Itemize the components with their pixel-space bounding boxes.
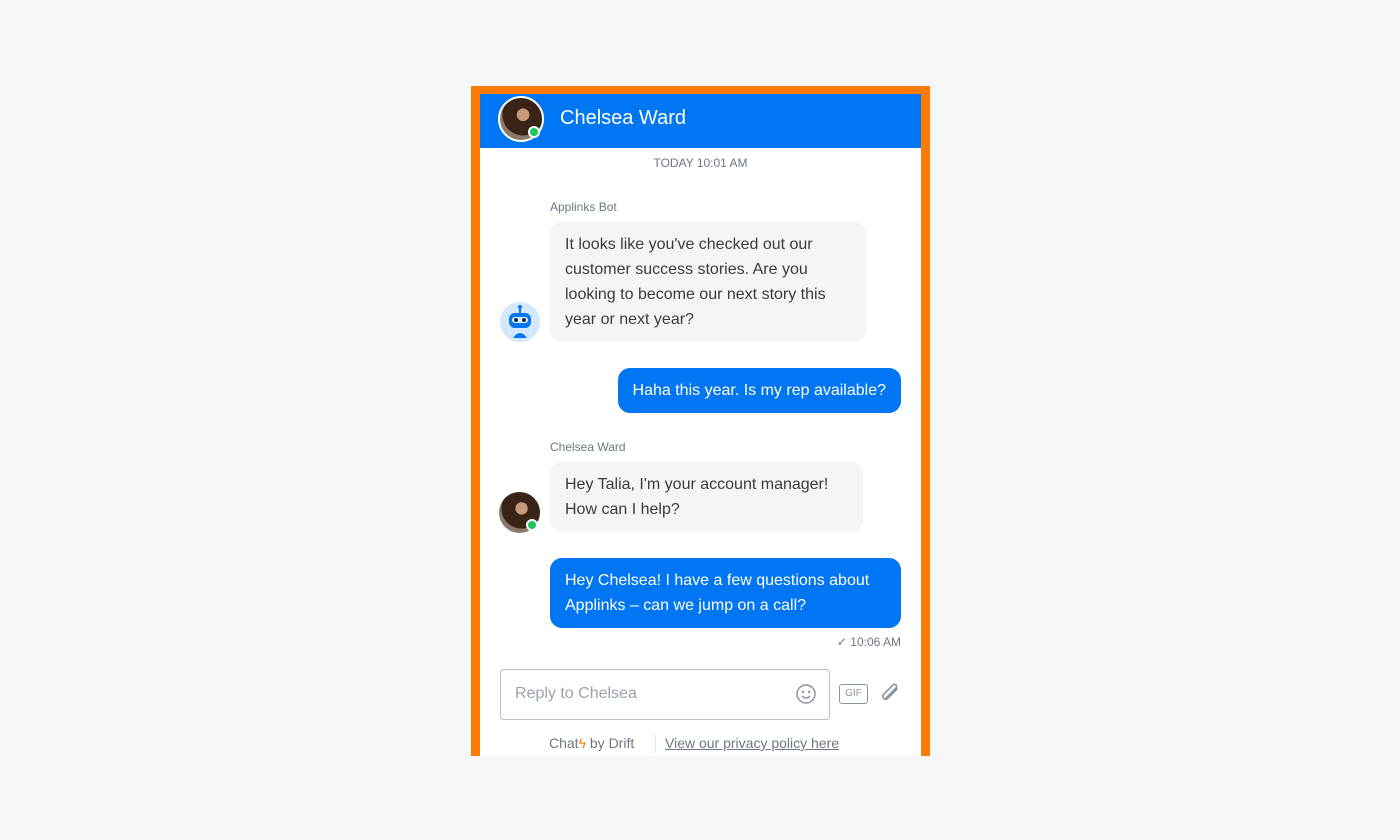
message-bubble: Hey Chelsea! I have a few questions abou… xyxy=(550,558,901,628)
sender-name: Applinks Bot xyxy=(550,200,617,214)
message-bubble: Hey Talia, I'm your account manager! How… xyxy=(550,462,863,532)
chat-header: Chelsea Ward xyxy=(480,94,921,148)
emoji-icon[interactable] xyxy=(795,683,817,705)
reply-input[interactable]: Reply to Chelsea xyxy=(500,669,830,720)
gif-button[interactable]: GIF xyxy=(839,684,868,704)
robot-icon xyxy=(500,302,540,342)
chat-widget: Chelsea Ward TODAY 10:01 AM Applinks Bot… xyxy=(480,94,921,756)
conversation-timestamp: TODAY 10:01 AM xyxy=(653,156,748,170)
lightning-icon: ϟ xyxy=(578,735,586,751)
privacy-policy-link[interactable]: View our privacy policy here xyxy=(665,735,839,751)
branding-by: by Drift xyxy=(589,735,635,751)
online-status-icon xyxy=(528,126,540,138)
sender-name: Chelsea Ward xyxy=(550,440,626,454)
message-time-text: 10:06 AM xyxy=(850,635,901,649)
reply-placeholder: Reply to Chelsea xyxy=(515,685,637,702)
branding-chat: Chat xyxy=(549,735,579,751)
message-bubble: Haha this year. Is my rep available? xyxy=(617,368,901,413)
message-bubble: It looks like you've checked out our cus… xyxy=(550,222,866,342)
check-icon: ✓ xyxy=(836,635,851,649)
footer-divider xyxy=(655,735,656,753)
branding: Chatϟ by Drift xyxy=(549,735,634,751)
message-time: ✓ 10:06 AM xyxy=(837,635,901,649)
online-status-icon xyxy=(526,519,538,531)
attachment-icon[interactable] xyxy=(877,681,903,707)
agent-name: Chelsea Ward xyxy=(560,107,686,129)
